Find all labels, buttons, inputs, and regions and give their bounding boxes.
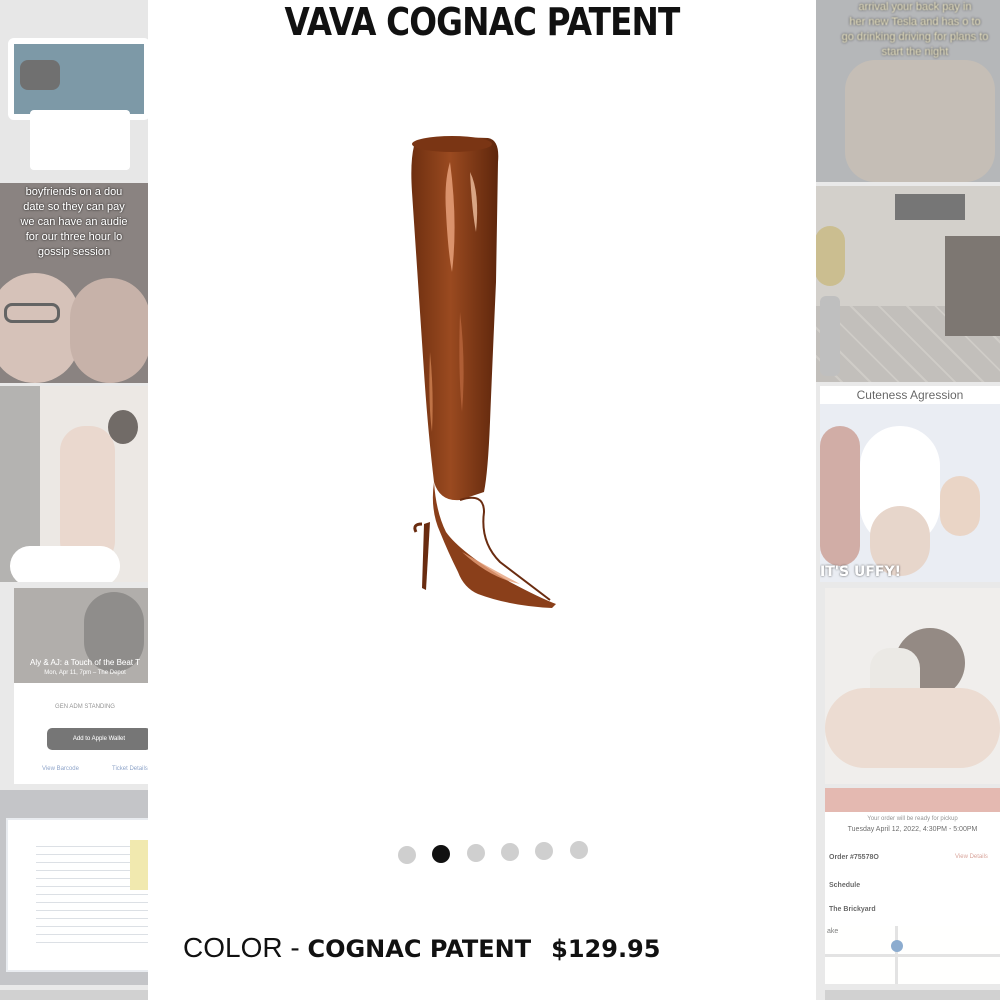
toilet-tank-thumbnail[interactable] <box>0 0 148 180</box>
product-price: $129.95 <box>551 935 661 963</box>
blurry-text-thumbnail[interactable]: arrival your back pay in her new Tesla a… <box>815 0 1000 182</box>
caption-line: boyfriends on a dou <box>25 186 123 198</box>
spreadsheet-thumbnail[interactable] <box>0 790 158 985</box>
caption-line: for our three hour lo <box>25 231 123 243</box>
next-thumbnail[interactable] <box>0 990 158 1000</box>
over-the-knee-boot-icon[interactable] <box>400 132 570 612</box>
caption-line: start the night <box>881 46 949 58</box>
caption-line: gossip session <box>37 246 111 258</box>
product-card: VAVA COGNAC PATENT COLOR - COGNAC PATENT… <box>148 0 816 1000</box>
cartoon-thumbnail[interactable]: Cuteness Agression IT'S UFFY! <box>820 386 1000 582</box>
image-carousel-dots <box>390 840 590 864</box>
left-thumbnail-column: boyfriends on a dou date so they can pay… <box>0 0 160 1000</box>
double-date-thumbnail[interactable]: boyfriends on a dou date so they can pay… <box>0 183 148 383</box>
order-thumbnail[interactable]: Your order will be ready for pickup Tues… <box>825 788 1000 984</box>
caption-line: go drinking driving for plans to <box>841 31 989 43</box>
ticket-thumbnail[interactable]: Aly & AJ: a Touch of the Beat T Mon, Apr… <box>14 588 156 784</box>
carousel-dot[interactable] <box>501 843 519 861</box>
dining-room-thumbnail[interactable] <box>815 186 1000 382</box>
caption-line: we can have an audie <box>20 216 128 228</box>
next-thumbnail[interactable] <box>825 990 1000 1000</box>
carousel-dot[interactable] <box>467 844 485 862</box>
product-info-line: COLOR - COGNAC PATENT $129.95 <box>183 932 660 964</box>
caption-line: arrival your back pay in <box>858 1 972 13</box>
carousel-dot-active[interactable] <box>432 845 450 863</box>
color-label: COLOR - <box>183 932 308 963</box>
caption-line: date so they can pay <box>23 201 125 213</box>
carousel-dot[interactable] <box>535 842 553 860</box>
mirror-selfie-thumbnail[interactable] <box>0 386 152 582</box>
carousel-dot[interactable] <box>398 846 416 864</box>
color-name: COGNAC PATENT <box>307 935 532 963</box>
carousel-dot[interactable] <box>570 841 588 859</box>
right-thumbnail-column: arrival your back pay in her new Tesla a… <box>815 0 1000 1000</box>
product-title: VAVA COGNAC PATENT <box>284 0 681 44</box>
caption-line: her new Tesla and has o to <box>849 16 981 28</box>
hair-scrunchie-thumbnail[interactable] <box>825 588 1000 784</box>
